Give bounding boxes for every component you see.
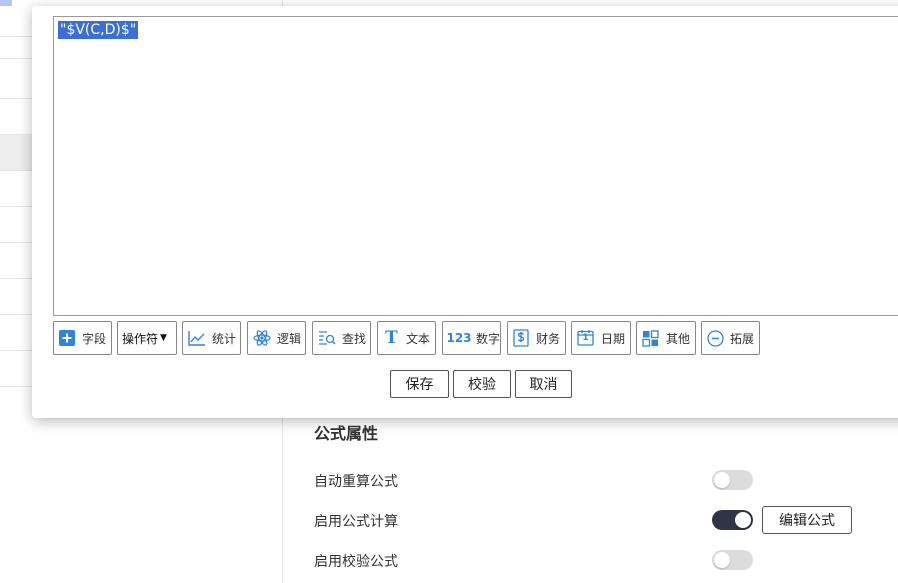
validate-button[interactable]: 校验 [453,370,511,398]
tool-label: 文本 [405,331,430,346]
tool-label: 日期 [600,331,625,346]
tool-extension[interactable]: 拓展 [701,321,760,355]
tool-label: 数字 [476,331,501,346]
switch-knob [714,472,730,488]
number-123-icon: 123 [446,331,472,345]
save-button[interactable]: 保存 [390,370,449,398]
cancel-button[interactable]: 取消 [515,370,572,398]
tool-statistics[interactable]: 统计 [182,321,241,355]
formula-text-selected[interactable]: "$V(C,D)$" [58,21,139,39]
tool-other[interactable]: 其他 [636,321,696,355]
tool-lookup[interactable]: 查找 [312,321,371,355]
ellipsis-circle-icon [707,329,724,347]
switch-knob [714,552,730,568]
edit-formula-button[interactable]: 编辑公式 [762,506,852,534]
dollar-doc-icon [513,329,530,347]
prop-label: 自动重算公式 [314,474,398,490]
auto-recalc-switch[interactable] [712,470,753,490]
tool-label: 操作符 [122,331,159,346]
tool-text[interactable]: T 文本 [377,321,436,355]
prop-row-enable-validate: 启用校验公式 [314,546,874,574]
text-t-icon: T [385,328,398,348]
enable-validate-switch[interactable] [712,550,753,570]
tool-field[interactable]: 字段 [53,321,112,355]
tool-logic[interactable]: 逻辑 [247,321,306,355]
switch-knob [735,512,751,528]
tool-label: 统计 [212,331,237,346]
tool-label: 查找 [342,331,367,346]
search-list-icon [318,329,336,347]
background-scroll-marker [0,0,12,6]
tool-number[interactable]: 123 数字 [442,321,501,355]
prop-row-auto-recalc: 自动重算公式 [314,466,874,494]
tool-label: 逻辑 [277,331,302,346]
prop-row-enable-calc: 启用公式计算 编辑公式 [314,506,874,534]
grid-icon [642,329,660,347]
calendar-day-glyph: 1 [582,333,589,343]
tool-date[interactable]: 1 日期 [571,321,631,355]
formula-editor[interactable]: "$V(C,D)$" [53,16,898,316]
atom-icon [253,329,271,347]
prop-label: 启用校验公式 [314,554,398,570]
tool-operator-dropdown[interactable]: 操作符 ▼ [117,321,177,355]
tool-label: 其他 [665,331,690,346]
enable-calc-switch[interactable] [712,510,753,530]
prop-label: 启用公式计算 [314,514,398,530]
line-chart-icon [188,329,206,347]
plus-square-icon [59,329,76,347]
formula-properties-title: 公式属性 [314,424,379,443]
tool-label: 财务 [535,331,560,346]
calendar-icon: 1 [577,329,595,347]
tool-label: 拓展 [730,331,755,346]
tool-label: 字段 [81,331,106,346]
dropdown-caret-icon: ▼ [160,333,167,343]
formula-editor-dialog: "$V(C,D)$" 字段 操作符 ▼ 统计 逻辑 查找 T 文本 123 数字… [32,6,898,418]
tool-finance[interactable]: 财务 [507,321,566,355]
